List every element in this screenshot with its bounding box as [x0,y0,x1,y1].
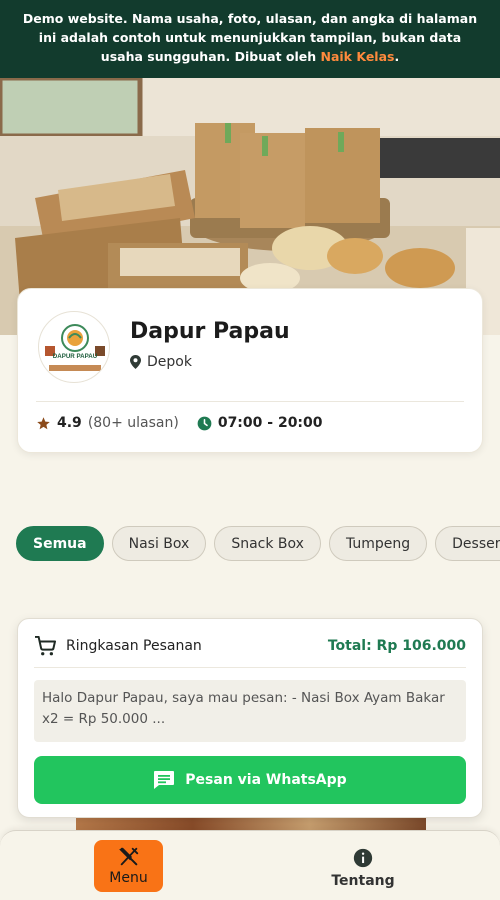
whatsapp-button-label: Pesan via WhatsApp [185,772,347,788]
utensils-icon [118,847,138,866]
info-icon [353,848,373,868]
message-icon [154,771,175,789]
order-summary-divider [34,667,466,668]
star-icon [37,416,50,429]
card-divider [36,401,464,402]
hours-group: 07:00 - 20:00 [197,415,323,431]
nav-menu-button[interactable]: Menu [94,840,163,892]
opening-hours: 07:00 - 20:00 [217,415,323,431]
bottom-nav: Menu Tentang [0,830,500,900]
order-summary-title: Ringkasan Pesanan [66,638,202,654]
business-meta: 4.9 (80+ ulasan) 07:00 - 20:00 [36,415,341,431]
nav-about-button[interactable]: Tentang [325,843,401,893]
category-filter: Semua Nasi Box Snack Box Tumpeng Dessert [16,526,500,562]
shopping-cart-icon [35,636,56,656]
naik-kelas-link[interactable]: Naik Kelas [321,49,395,64]
logo-graphic: DAPUR PAPAU [45,324,105,371]
rating-value: 4.9 [57,415,82,431]
order-summary-header: Ringkasan Pesanan Total: Rp 106.000 [34,636,466,656]
order-message-preview: Halo Dapur Papau, saya mau pesan: - Nasi… [34,680,466,742]
chip-tumpeng[interactable]: Tumpeng [328,526,428,561]
business-location: Depok [130,354,192,370]
logo-text: DAPUR PAPAU [53,353,98,360]
nav-menu-label: Menu [109,870,148,886]
order-total: Total: Rp 106.000 [327,638,466,654]
location-text: Depok [147,354,192,370]
banner-text: Demo website. Nama usaha, foto, ulasan, … [22,11,478,64]
map-pin-icon [130,355,141,369]
business-card: DAPUR PAPAU Dapur Papau Depok 4.9 (80+ u… [17,288,483,453]
banner-suffix: . [394,49,400,64]
business-logo: DAPUR PAPAU [38,311,110,383]
chip-dessert[interactable]: Dessert [435,526,500,561]
rating-group: 4.9 (80+ ulasan) [36,415,179,431]
order-summary: Ringkasan Pesanan Total: Rp 106.000 Halo… [17,618,483,818]
demo-banner: Demo website. Nama usaha, foto, ulasan, … [0,0,500,78]
whatsapp-order-button[interactable]: Pesan via WhatsApp [34,756,466,804]
chip-snack-box[interactable]: Snack Box [214,526,321,561]
clock-icon [197,416,212,430]
chip-nasi-box[interactable]: Nasi Box [111,526,207,561]
chip-semua[interactable]: Semua [16,526,104,561]
nav-about-label: Tentang [331,873,395,889]
review-count: (80+ ulasan) [87,415,179,431]
business-name: Dapur Papau [130,319,290,344]
